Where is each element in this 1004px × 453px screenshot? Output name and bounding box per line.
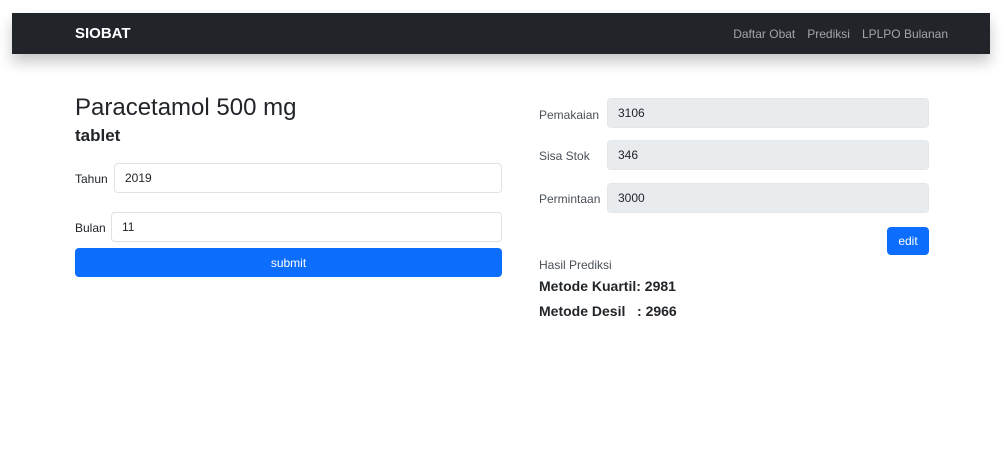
brand-logo-link[interactable]: SIOBAT [75, 24, 131, 44]
drug-name-heading: Paracetamol 500 mg [75, 94, 297, 121]
month-input[interactable] [111, 212, 502, 242]
year-label: Tahun [75, 172, 108, 186]
request-label: Permintaan [539, 192, 601, 206]
page: SIOBAT Daftar Obat Prediksi LPLPO Bulana… [0, 0, 1004, 453]
prediction-result-title: Hasil Prediksi [539, 258, 612, 272]
top-navbar: SIOBAT Daftar Obat Prediksi LPLPO Bulana… [12, 13, 990, 54]
stock-label: Sisa Stok [539, 149, 590, 163]
month-label: Bulan [75, 221, 106, 235]
quartile-method-result: Metode Kuartil: 2981 [539, 278, 676, 294]
submit-button[interactable]: submit [75, 248, 502, 277]
edit-button[interactable]: edit [887, 227, 929, 255]
stock-field: 346 [607, 140, 929, 170]
request-field: 3000 [607, 183, 929, 213]
year-input[interactable] [114, 163, 502, 193]
decile-method-result: Metode Desil : 2966 [539, 303, 677, 319]
usage-field: 3106 [607, 98, 929, 128]
nav-link-prediksi[interactable]: Prediksi [807, 26, 850, 42]
nav-links: Daftar Obat Prediksi LPLPO Bulanan [733, 26, 948, 42]
nav-link-lplpo-bulanan[interactable]: LPLPO Bulanan [862, 26, 948, 42]
drug-unit-heading: tablet [75, 126, 121, 145]
usage-label: Pemakaian [539, 108, 600, 122]
nav-link-daftar-obat[interactable]: Daftar Obat [733, 26, 795, 42]
